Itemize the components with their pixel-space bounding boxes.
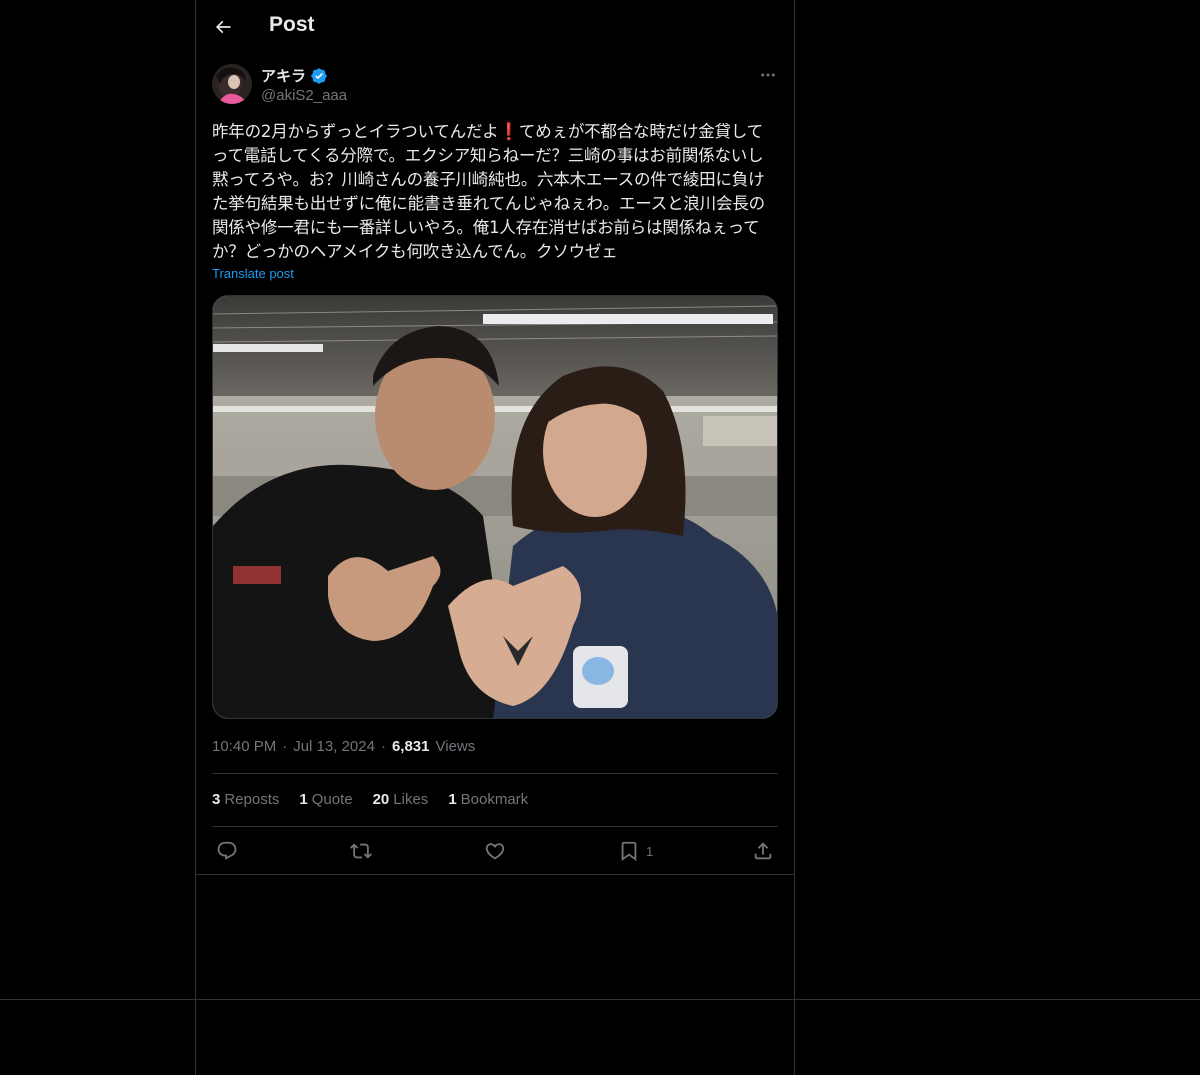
views-count: 6,831	[392, 738, 430, 755]
stat-reposts[interactable]: 3 Reposts	[212, 791, 279, 808]
share-button[interactable]	[752, 838, 774, 864]
author-name-row[interactable]: アキラ	[261, 65, 328, 86]
primary-column: Post アキラ @akiS2_aaa 昨年の2月からずっとイラついてんだよ❗️…	[195, 0, 795, 1075]
post-photo[interactable]	[212, 295, 778, 719]
repost-icon	[350, 843, 372, 859]
stat-bookmarks[interactable]: 1 Bookmark	[448, 791, 528, 808]
avatar-image	[212, 64, 252, 104]
stat-count: 1	[299, 791, 308, 808]
views-number: 6,831	[391, 738, 430, 755]
divider	[212, 826, 778, 827]
post-stats: 3 Reposts 1 Quote 20 Likes 1 Bookmark	[212, 791, 528, 808]
post-text: 昨年の2月からずっとイラついてんだよ❗️てめぇが不都合な時だけ金貸してって電話し…	[212, 122, 765, 261]
divider	[212, 773, 778, 774]
stat-quotes[interactable]: 1 Quote	[299, 791, 352, 808]
meta-separator: ·	[380, 738, 386, 755]
repost-button[interactable]	[350, 838, 372, 864]
stat-label: Quote	[311, 791, 353, 808]
verified-badge-icon	[311, 67, 327, 84]
more-icon	[761, 73, 775, 77]
stat-count: 20	[372, 791, 390, 808]
avatar[interactable]	[212, 64, 252, 104]
bookmark-button[interactable]: 1	[618, 838, 653, 864]
stat-label: Bookmark	[460, 791, 529, 808]
stat-likes[interactable]: 20 Likes	[373, 791, 429, 808]
stat-count: 1	[448, 791, 457, 808]
bookmark-icon	[621, 841, 637, 862]
arrow-left-icon	[215, 20, 231, 34]
post-time[interactable]: 10:40 PM	[212, 738, 276, 755]
stat-count: 3	[212, 791, 221, 808]
heart-icon	[485, 843, 505, 860]
action-bar: 1	[196, 838, 794, 864]
page-header: Post	[196, 0, 794, 53]
post-meta: 10:40 PM · Jul 13, 2024 · 6,831 Views	[212, 738, 475, 755]
back-button[interactable]	[206, 10, 240, 44]
more-options-button[interactable]	[756, 64, 780, 86]
post-date[interactable]: Jul 13, 2024	[293, 738, 375, 755]
author-display-name[interactable]: アキラ	[261, 65, 306, 86]
bookmark-count: 1	[646, 843, 654, 859]
page-title: Post	[269, 13, 315, 36]
views-label: Views	[435, 738, 476, 755]
post-bottom-border	[196, 874, 794, 875]
translate-post-link[interactable]: Translate post	[212, 266, 294, 281]
stat-label: Likes	[393, 791, 429, 808]
stat-label: Reposts	[224, 791, 280, 808]
bottom-divider	[0, 999, 1200, 1000]
photo-image	[213, 296, 777, 718]
reply-button[interactable]	[216, 838, 238, 864]
like-button[interactable]	[484, 838, 506, 864]
share-icon	[754, 842, 772, 860]
author-handle[interactable]: @akiS2_aaa	[261, 87, 347, 104]
reply-icon	[217, 841, 237, 860]
meta-separator: ·	[282, 738, 288, 755]
